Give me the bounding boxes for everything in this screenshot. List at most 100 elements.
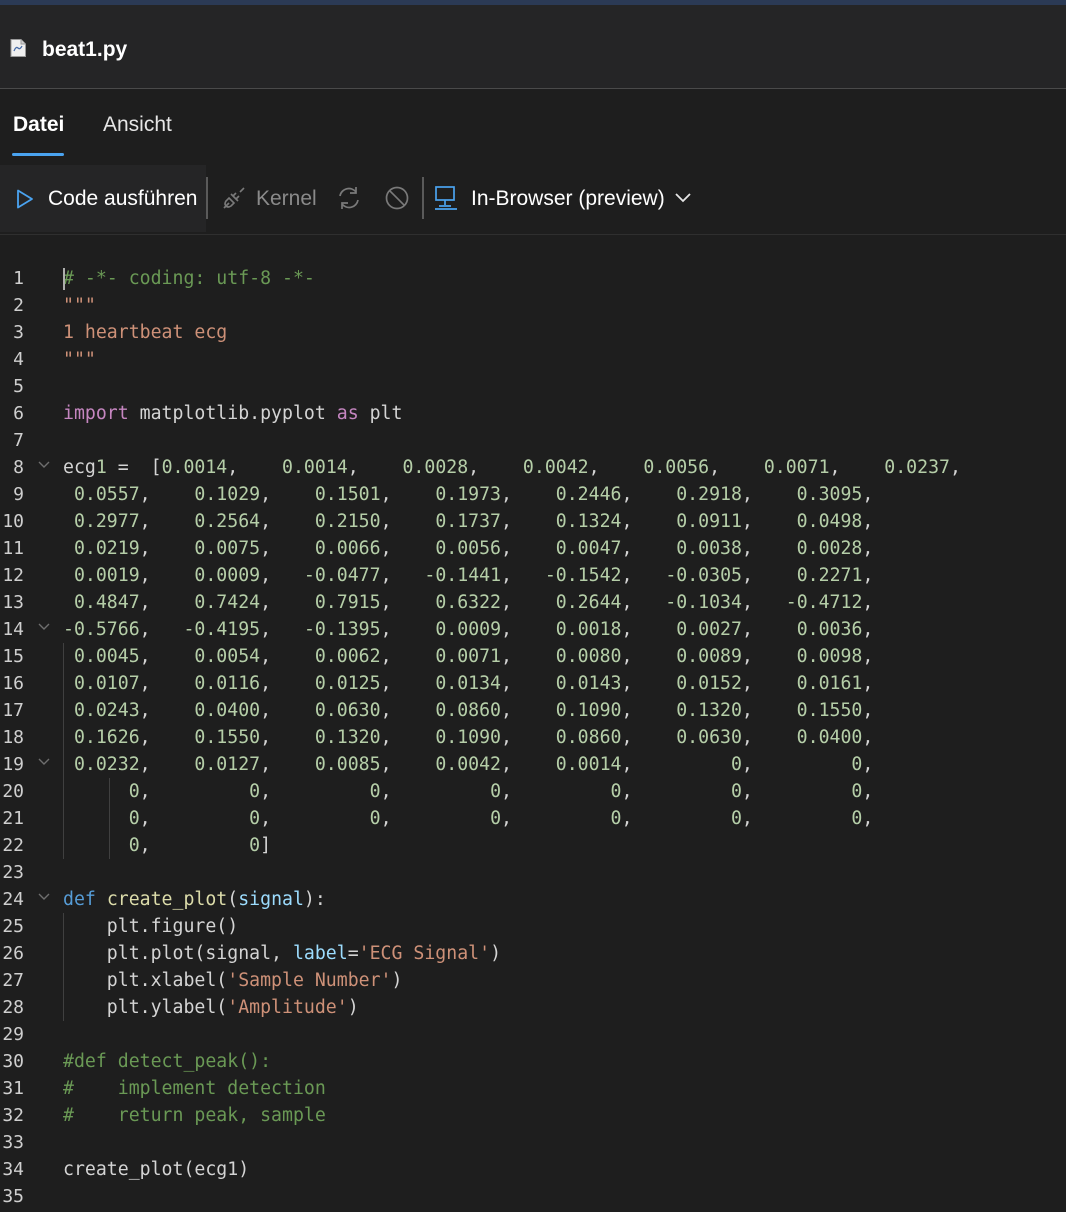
code-line[interactable]: 2 """ [0,292,1066,319]
code-line[interactable]: 10 0.2977, 0.2564, 0.2150, 0.1737, 0.132… [0,508,1066,535]
line-number: 10 [2,511,24,532]
code-line[interactable]: 33 [0,1129,1066,1156]
line-number: 12 [2,565,24,586]
line-number: 2 [13,295,24,316]
code-text: 0.0107, 0.0116, 0.0125, 0.0134, 0.0143, … [73,673,874,694]
file-title: beat1.py [42,38,128,61]
code-line[interactable]: 15 0.0045, 0.0054, 0.0062, 0.0071, 0.008… [0,643,1066,670]
code-editor[interactable]: 1 # -*- coding: utf-8 -*- 2 """ 3 1 heartbeat… [0,265,1066,1212]
code-line[interactable]: 20 0, 0, 0, 0, 0, 0, 0, [0,778,1066,805]
play-icon [17,189,33,209]
line-number: 24 [2,889,24,910]
run-code-button[interactable]: Code ausführen [0,165,206,232]
code-line[interactable]: 34 create_plot(ecg1) [0,1156,1066,1183]
stop-icon [385,186,409,210]
plug-icon [223,187,245,209]
code-text: 0, 0] [128,835,272,856]
line-number: 31 [2,1078,24,1099]
restart-kernel-button[interactable] [336,185,364,213]
code-text: 0.2977, 0.2564, 0.2150, 0.1737, 0.1324, … [73,511,874,532]
code-line[interactable]: 13 0.4847, 0.7424, 0.7915, 0.6322, 0.264… [0,589,1066,616]
line-number: 4 [13,349,24,370]
code-line[interactable]: 12 0.0019, 0.0009, -0.0477, -0.1441, -0.… [0,562,1066,589]
code-text: 0, 0, 0, 0, 0, 0, 0, [128,781,874,802]
fold-chevron-icon[interactable] [36,616,52,643]
chevron-down-icon [675,193,691,203]
code-line[interactable]: 26 plt.plot(signal, label='ECG Signal') [0,940,1066,967]
code-line[interactable]: 5 [0,373,1066,400]
code-line[interactable]: 29 [0,1021,1066,1048]
code-text: 0.0219, 0.0075, 0.0066, 0.0056, 0.0047, … [73,538,874,559]
code-line[interactable]: 14 -0.5766, -0.4195, -0.1395, 0.0009, 0.0… [0,616,1066,643]
code-text: """ [63,295,96,316]
line-number: 28 [2,997,24,1018]
line-number: 5 [13,376,24,397]
code-line[interactable]: 24 def create_plot(signal): [0,886,1066,913]
line-number: 15 [2,646,24,667]
fold-chevron-icon[interactable] [36,886,52,913]
code-line[interactable]: 32 # return peak, sample [0,1102,1066,1129]
code-text: import matplotlib.pyplot as plt [63,403,403,424]
line-number: 32 [2,1105,24,1126]
line-number: 33 [2,1132,24,1153]
code-line[interactable]: 4 """ [0,346,1066,373]
code-line[interactable]: 27 plt.xlabel('Sample Number') [0,967,1066,994]
ribbon-tabs: Datei Ansicht [0,89,1066,159]
active-tab-indicator [12,153,64,156]
kernel-button[interactable] [218,185,250,213]
line-number: 1 [13,268,24,289]
restart-icon [339,187,359,209]
line-number: 3 [13,322,24,343]
code-line[interactable]: 21 0, 0, 0, 0, 0, 0, 0, [0,805,1066,832]
line-number: 21 [2,808,24,829]
line-number: 35 [2,1186,24,1207]
code-line[interactable]: 19 0.0232, 0.0127, 0.0085, 0.0042, 0.001… [0,751,1066,778]
interrupt-kernel-button[interactable] [384,185,412,213]
code-line[interactable]: 7 [0,427,1066,454]
code-text: plt.ylabel('Amplitude') [63,997,359,1018]
line-number: 6 [13,403,24,424]
code-text: 0.0557, 0.1029, 0.1501, 0.1973, 0.2446, … [73,484,874,505]
toolbar-divider [422,177,424,219]
code-line[interactable]: 9 0.0557, 0.1029, 0.1501, 0.1973, 0.2446… [0,481,1066,508]
code-line[interactable]: 11 0.0219, 0.0075, 0.0066, 0.0056, 0.004… [0,535,1066,562]
kernel-label[interactable]: Kernel [256,187,317,211]
environment-label[interactable]: In-Browser (preview) [471,187,665,211]
code-line[interactable]: 3 1 heartbeat ecg [0,319,1066,346]
fold-chevron-icon[interactable] [36,454,52,481]
line-number: 11 [2,538,24,559]
toolbar: Code ausführen Kernel In-Browser (previe… [0,165,1066,235]
code-text: plt.plot(signal, label='ECG Signal') [63,943,502,964]
line-number: 22 [2,835,24,856]
code-line[interactable]: 23 [0,859,1066,886]
code-text: #def detect_peak(): [63,1051,272,1072]
code-line[interactable]: 6 import matplotlib.pyplot as plt [0,400,1066,427]
toolbar-divider [206,177,208,219]
title-bar: beat1.py [0,5,1066,89]
fold-chevron-icon[interactable] [36,751,52,778]
code-text: 0.4847, 0.7424, 0.7915, 0.6322, 0.2644, … [73,592,874,613]
code-text: # -*- coding: utf-8 -*- [63,268,315,289]
code-line[interactable]: 25 plt.figure() [0,913,1066,940]
line-number: 19 [2,754,24,775]
code-text: ecg1 = [0.0014, 0.0014, 0.0028, 0.0042, … [63,457,961,478]
code-line[interactable]: 31 # implement detection [0,1075,1066,1102]
code-line[interactable]: 28 plt.ylabel('Amplitude') [0,994,1066,1021]
code-line[interactable]: 35 [0,1183,1066,1210]
text-cursor [63,268,65,290]
code-line[interactable]: 8 ecg1 = [0.0014, 0.0014, 0.0028, 0.0042,… [0,454,1066,481]
code-line[interactable]: 22 0, 0] [0,832,1066,859]
line-number: 34 [2,1159,24,1180]
code-line[interactable]: 16 0.0107, 0.0116, 0.0125, 0.0134, 0.014… [0,670,1066,697]
code-text: plt.figure() [63,916,239,937]
code-line[interactable]: 1 # -*- coding: utf-8 -*- [0,265,1066,292]
code-line[interactable]: 17 0.0243, 0.0400, 0.0630, 0.0860, 0.109… [0,697,1066,724]
tab-datei[interactable]: Datei [13,113,64,137]
code-text: -0.5766, -0.4195, -0.1395, 0.0009, 0.001… [63,619,874,640]
line-number: 13 [2,592,24,613]
code-text: 0.0045, 0.0054, 0.0062, 0.0071, 0.0080, … [73,646,874,667]
tab-ansicht[interactable]: Ansicht [103,113,172,137]
code-line[interactable]: 30 #def detect_peak(): [0,1048,1066,1075]
line-number: 25 [2,916,24,937]
code-line[interactable]: 18 0.1626, 0.1550, 0.1320, 0.1090, 0.086… [0,724,1066,751]
